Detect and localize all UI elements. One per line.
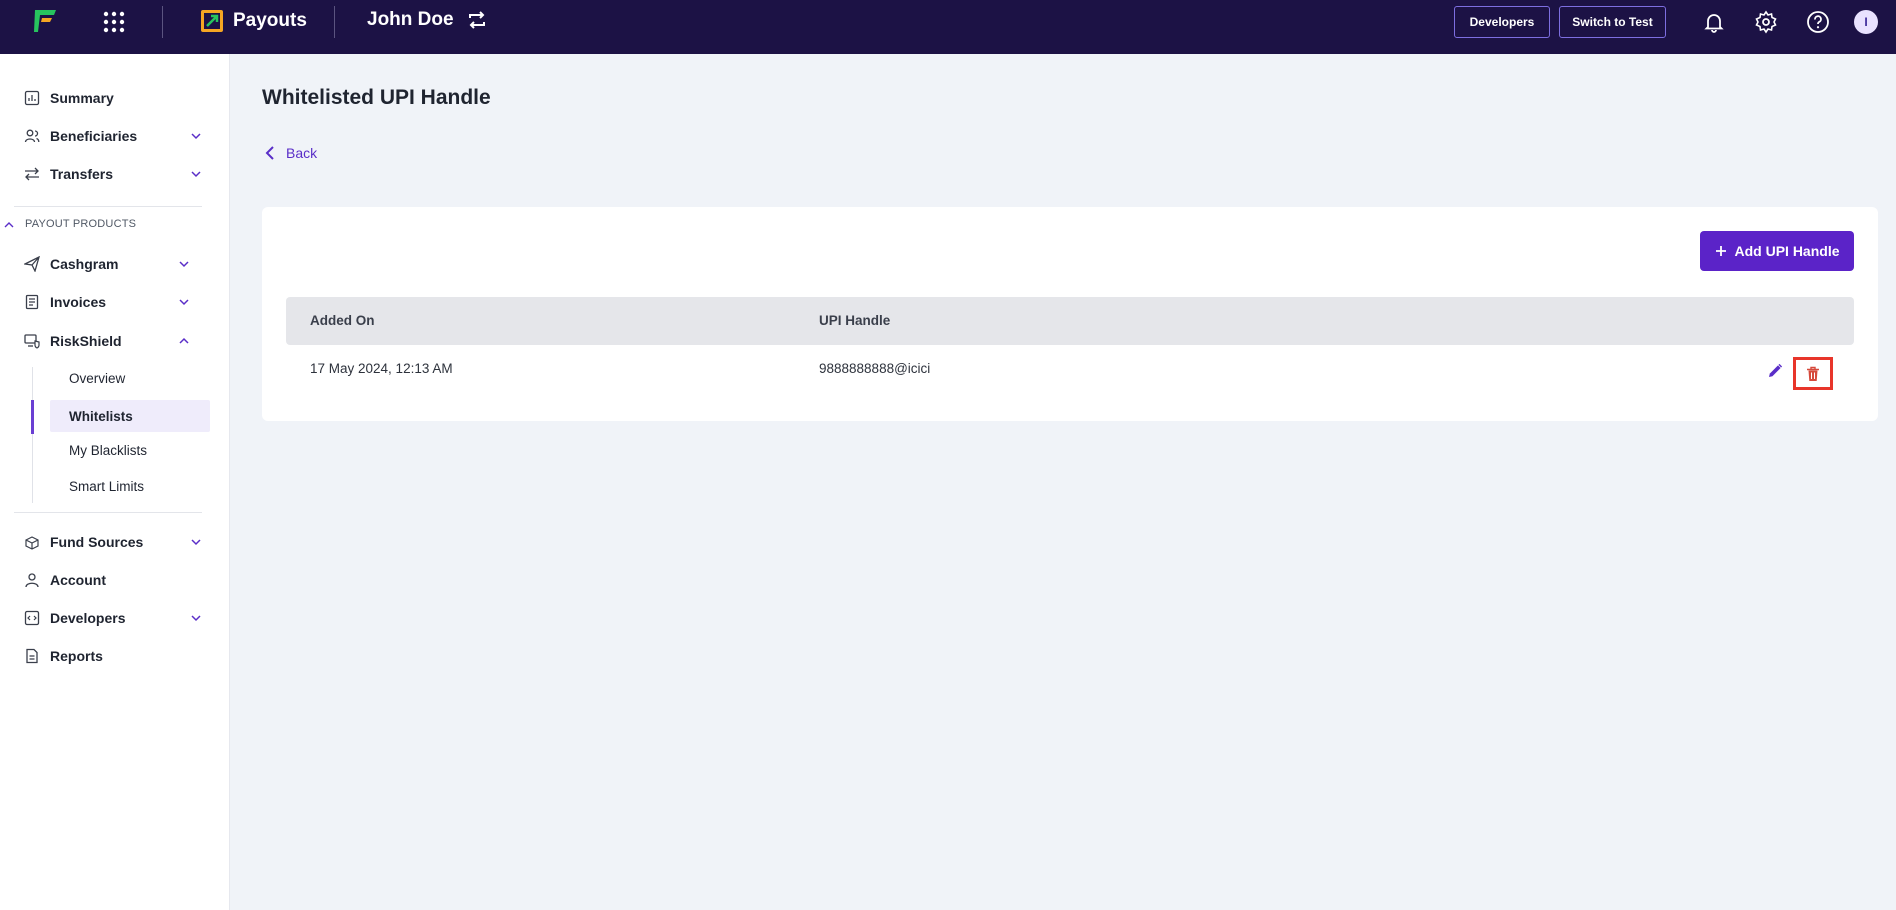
add-upi-handle-label: Add UPI Handle xyxy=(1734,243,1840,259)
section-label-payout-products: PAYOUT PRODUCTS xyxy=(25,218,137,230)
sidebar-item-cashgram[interactable]: Cashgram xyxy=(24,250,190,278)
sidebar-item-label: Cashgram xyxy=(50,256,119,272)
delete-button[interactable] xyxy=(1793,357,1833,390)
chevron-down-icon xyxy=(179,261,189,268)
product-name: Payouts xyxy=(233,10,307,31)
monitor-shield-icon xyxy=(24,334,40,349)
gear-icon[interactable] xyxy=(1754,10,1778,34)
fund-box-icon xyxy=(25,536,39,550)
sidebar-item-riskshield[interactable]: RiskShield xyxy=(24,327,190,355)
users-icon xyxy=(24,129,40,143)
sidebar-item-label: Invoices xyxy=(50,294,107,310)
user-icon xyxy=(25,573,39,588)
cell-added-on: 17 May 2024, 12:13 AM xyxy=(310,361,453,376)
sidebar-item-label: Transfers xyxy=(50,166,114,182)
sidebar-item-label: Account xyxy=(50,572,106,588)
document-icon xyxy=(26,648,38,664)
apps-grid-icon[interactable] xyxy=(103,11,125,33)
sidebar-item-transfers[interactable]: Transfers xyxy=(24,160,202,188)
chevron-down-icon xyxy=(191,615,201,622)
bell-icon[interactable] xyxy=(1702,10,1726,34)
code-icon xyxy=(24,610,40,626)
avatar[interactable]: I xyxy=(1854,10,1878,34)
sidebar-item-label: Fund Sources xyxy=(50,534,144,550)
chevron-down-icon xyxy=(191,539,201,546)
merchant-name: John Doe xyxy=(367,9,454,30)
chevron-down-icon xyxy=(191,171,201,178)
active-indicator xyxy=(31,400,34,434)
sidebar-item-smart-limits[interactable]: Smart Limits xyxy=(50,470,210,502)
sidebar-item-whitelists[interactable]: Whitelists xyxy=(50,400,210,432)
topbar-divider xyxy=(162,6,163,38)
sidebar-item-account[interactable]: Account xyxy=(24,566,202,594)
sidebar-item-reports[interactable]: Reports xyxy=(24,642,202,670)
column-header-added-on: Added On xyxy=(310,313,375,328)
pencil-edit-icon[interactable] xyxy=(1767,363,1783,379)
column-header-upi-handle: UPI Handle xyxy=(819,313,891,328)
summary-icon xyxy=(24,90,40,106)
chevron-up-icon[interactable] xyxy=(4,221,14,229)
page-title: Whitelisted UPI Handle xyxy=(262,86,491,109)
sidebar-item-label: RiskShield xyxy=(50,333,122,349)
back-link[interactable]: Back xyxy=(264,145,317,161)
sidebar-item-label: Developers xyxy=(50,610,126,626)
sidebar-divider xyxy=(14,206,202,207)
paper-plane-icon xyxy=(24,256,40,272)
logo-icon[interactable] xyxy=(32,6,60,34)
top-bar: Payouts John Doe Developers Switch to Te… xyxy=(0,0,1896,54)
sidebar-item-developers[interactable]: Developers xyxy=(24,604,202,632)
plus-icon xyxy=(1716,246,1727,256)
trash-icon xyxy=(1807,366,1819,381)
back-label: Back xyxy=(286,145,318,161)
help-icon[interactable] xyxy=(1806,10,1830,34)
sidebar-item-label: Beneficiaries xyxy=(50,128,138,144)
sidebar-item-beneficiaries[interactable]: Beneficiaries xyxy=(24,122,202,150)
chevron-up-icon xyxy=(179,337,189,344)
topbar-divider xyxy=(334,6,335,38)
switch-to-test-button[interactable]: Switch to Test xyxy=(1559,6,1666,38)
sidebar-divider xyxy=(14,512,202,513)
developers-button[interactable]: Developers xyxy=(1454,6,1550,38)
chevron-left-icon xyxy=(265,146,274,160)
sidebar-item-invoices[interactable]: Invoices xyxy=(24,288,190,316)
product-switcher[interactable]: Payouts xyxy=(200,9,307,33)
sidebar-item-label: Summary xyxy=(50,90,114,106)
sidebar-item-label: Reports xyxy=(50,648,103,664)
sidebar-item-summary[interactable]: Summary xyxy=(24,84,202,112)
merchant-switcher[interactable]: John Doe xyxy=(367,9,488,31)
sidebar-item-overview[interactable]: Overview xyxy=(50,362,210,394)
cell-upi-handle: 9888888888@icici xyxy=(819,361,931,376)
add-upi-handle-button[interactable]: Add UPI Handle xyxy=(1700,231,1854,271)
sidebar-item-my-blacklists[interactable]: My Blacklists xyxy=(50,434,210,466)
payouts-logo-icon xyxy=(201,10,223,32)
transfer-arrows-icon xyxy=(25,167,39,181)
submenu-line xyxy=(32,367,33,503)
sidebar-item-fund-sources[interactable]: Fund Sources xyxy=(24,528,202,556)
chevron-down-icon xyxy=(179,299,189,306)
chevron-down-icon xyxy=(191,133,201,140)
switch-account-icon[interactable] xyxy=(466,9,488,31)
invoice-icon xyxy=(25,294,39,310)
table-row: 17 May 2024, 12:13 AM 9888888888@icici xyxy=(286,351,1854,389)
table-header: Added On UPI Handle xyxy=(286,297,1854,345)
